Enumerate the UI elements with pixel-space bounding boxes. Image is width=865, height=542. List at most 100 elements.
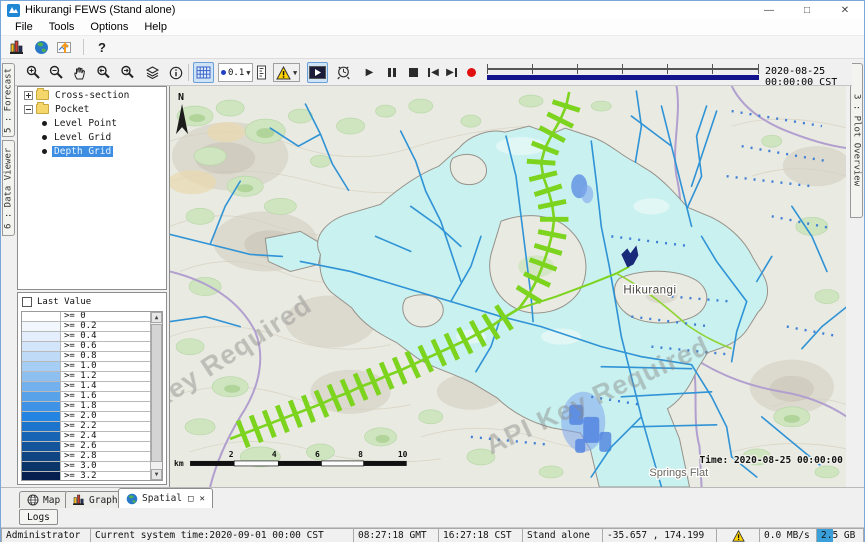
toolbar-separator: [188, 64, 189, 81]
sidetab-forecast[interactable]: 5 : Forecast: [2, 63, 15, 137]
chevron-down-icon: ▼: [293, 69, 297, 77]
menu-tools[interactable]: Tools: [41, 20, 83, 34]
pause-icon[interactable]: [381, 62, 402, 83]
legend-row: >= 3.2: [22, 472, 162, 481]
legend-swatch: [22, 332, 60, 341]
tree-item-level-grid[interactable]: Level Grid: [18, 131, 166, 143]
globe-wire-icon: [27, 494, 39, 506]
tree-item-level-point[interactable]: Level Point: [18, 117, 166, 129]
stop-icon[interactable]: [403, 62, 424, 83]
menu-file[interactable]: File: [7, 20, 41, 34]
tree-item-depth-grid[interactable]: Depth Grid: [18, 145, 166, 157]
map-canvas[interactable]: API Key Required API Key Required Hikura…: [170, 86, 846, 487]
zoom-in-icon[interactable]: [23, 62, 44, 83]
layers-tree: Cross-section Pocket Level Point Level G…: [17, 86, 167, 290]
zoom-previous-icon[interactable]: [93, 62, 114, 83]
close-button[interactable]: ✕: [826, 1, 864, 19]
toolbar-separator: [83, 39, 84, 55]
minimize-button[interactable]: —: [750, 1, 788, 19]
menu-help[interactable]: Help: [136, 20, 175, 34]
warning-triangle-icon: [732, 530, 745, 542]
menu-options[interactable]: Options: [82, 20, 136, 34]
tree-item-pocket[interactable]: Pocket: [18, 103, 166, 115]
time-slider-range-bar[interactable]: [487, 75, 759, 80]
scroll-up-icon[interactable]: ▲: [151, 312, 162, 323]
map-globe-icon[interactable]: [29, 37, 53, 57]
status-bar: Administrator Current system time:2020-0…: [1, 527, 864, 542]
legend-swatch: [22, 352, 60, 361]
svg-text:10: 10: [398, 450, 408, 459]
bullet-icon: [42, 135, 47, 140]
timeseries-display-icon[interactable]: [53, 37, 77, 57]
status-warning[interactable]: [717, 528, 760, 542]
help-button[interactable]: ?: [90, 37, 114, 57]
application-window: Hikurangi FEWS (Stand alone) — □ ✕ File …: [0, 0, 865, 542]
bullet-icon: [42, 149, 47, 154]
svg-text:8: 8: [358, 450, 363, 459]
class-break-dropdown[interactable]: 0.1 ▼: [218, 63, 253, 82]
globe-icon: [126, 493, 138, 505]
tree-item-cross-section[interactable]: Cross-section: [18, 89, 166, 101]
legend-swatch: [22, 322, 60, 331]
legend-scrollbar[interactable]: ▲ ▼: [150, 312, 162, 480]
scroll-down-icon[interactable]: ▼: [151, 469, 162, 480]
chevron-down-icon: ▼: [246, 69, 250, 77]
legend-swatch: [22, 312, 60, 321]
class-break-dot-icon: [221, 70, 226, 75]
tab-graph[interactable]: Graph: [65, 491, 126, 508]
expand-icon[interactable]: [24, 91, 33, 100]
status-system-time: Current system time:2020-09-01 00:00 CST: [91, 528, 354, 542]
movie-player-icon[interactable]: [307, 62, 328, 83]
sidetab-data-viewer[interactable]: 6 : Data Viewer: [2, 140, 15, 236]
legend-swatch: [22, 402, 60, 411]
logs-button[interactable]: Logs: [19, 509, 58, 525]
time-slider[interactable]: [487, 63, 759, 83]
legend-swatch: [22, 362, 60, 371]
svg-text:2: 2: [229, 450, 234, 459]
tab-spatial[interactable]: Spatial □ ✕: [118, 488, 213, 508]
info-icon[interactable]: [165, 62, 186, 83]
svg-text:4: 4: [272, 450, 277, 459]
bottom-tab-bar: Map Graph Spatial □ ✕: [1, 487, 864, 508]
legend-panel: Last Value >= 0 >= 0.2 >= 0.4 >= 0.6 >= …: [17, 292, 167, 485]
legend-table: >= 0 >= 0.2 >= 0.4 >= 0.6 >= 0.8 >= 1.0 …: [21, 311, 163, 481]
main-toolbar: ?: [1, 36, 864, 59]
place-label: Springs Flat: [649, 467, 708, 479]
legend-swatch: [22, 412, 60, 421]
legend-swatch: [22, 422, 60, 431]
step-forward-icon[interactable]: ▶: [441, 62, 462, 83]
tab-map[interactable]: Map: [19, 491, 68, 508]
map-time-label: Time: 2020-08-25 00:00:00 CST: [700, 455, 846, 466]
zoom-out-icon[interactable]: [46, 62, 67, 83]
status-gmt-time: 08:27:18 GMT: [354, 528, 439, 542]
play-icon[interactable]: ▶: [359, 62, 380, 83]
last-value-checkbox[interactable]: [22, 297, 32, 307]
layers-icon[interactable]: [142, 62, 163, 83]
legend-swatch: [22, 432, 60, 441]
last-value-label: Last Value: [37, 297, 91, 307]
maximize-button[interactable]: □: [788, 1, 826, 19]
menu-bar: File Tools Options Help: [1, 19, 864, 36]
gauge-label-icon[interactable]: [251, 62, 272, 83]
svg-text:6: 6: [315, 450, 320, 459]
collapse-icon[interactable]: [24, 105, 33, 114]
pan-hand-icon[interactable]: [69, 62, 90, 83]
save-animation-icon[interactable]: [333, 62, 354, 83]
close-tab-icon[interactable]: ✕: [199, 494, 204, 504]
status-transfer-rate: 0.0 MB/s: [760, 528, 817, 542]
svg-text:km: km: [174, 459, 184, 468]
current-map-datetime: 2020-08-25 00:00:00 CST: [765, 66, 852, 88]
grid-display-icon[interactable]: [193, 62, 214, 83]
undock-tab-icon[interactable]: □: [188, 494, 193, 504]
map-toolbar: 0.1 ▼ ▼ ▶ ◀ ▶ 2020-08-25 00:00:00 CST: [15, 59, 852, 86]
last-value-row: Last Value: [18, 293, 166, 310]
zoom-next-icon[interactable]: [117, 62, 138, 83]
legend-swatch: [22, 342, 60, 351]
explorer-barchart-icon[interactable]: [5, 37, 29, 57]
record-icon[interactable]: [461, 62, 482, 83]
map-view[interactable]: API Key Required API Key Required Hikura…: [169, 86, 846, 487]
warning-dropdown[interactable]: ▼: [273, 63, 300, 82]
scrollbar-thumb[interactable]: [151, 324, 162, 462]
status-mode: Stand alone: [523, 528, 603, 542]
legend-swatch: [22, 462, 60, 471]
